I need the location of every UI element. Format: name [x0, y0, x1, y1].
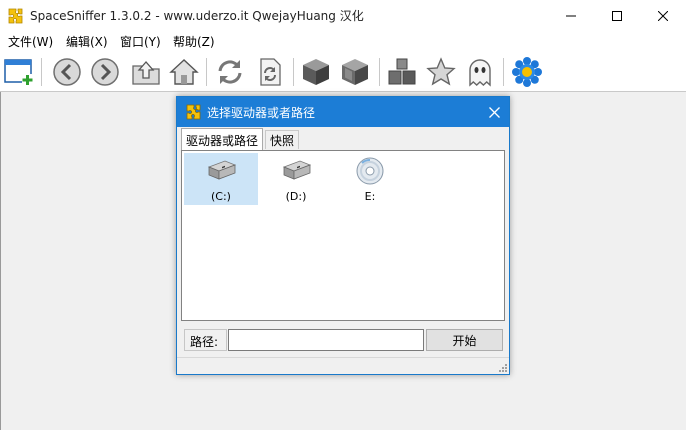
blocks-button[interactable] — [385, 55, 419, 89]
drive-e[interactable]: E: — [333, 153, 407, 205]
ghost-icon — [469, 59, 491, 87]
close-button[interactable] — [640, 0, 686, 31]
refresh-page-icon — [260, 58, 281, 86]
drive-list: (C:) (D:) E: — [181, 150, 505, 321]
drive-label: (D:) — [285, 190, 307, 203]
dialog-statusbar — [177, 357, 509, 374]
tab-drives-or-path[interactable]: 驱动器或路径 — [181, 128, 264, 150]
forward-icon — [91, 58, 119, 86]
maximize-icon — [612, 10, 622, 21]
cube-faceted-icon — [342, 59, 368, 85]
minimize-button[interactable] — [548, 0, 594, 31]
menu-bar: 文件(W) 编辑(X) 窗口(Y) 帮助(Z) — [0, 31, 686, 52]
path-row: 路径: 开始 — [181, 328, 505, 352]
toolbar — [0, 52, 686, 92]
cube-icon — [303, 59, 329, 85]
drive-d[interactable]: (D:) — [259, 153, 333, 205]
menu-file[interactable]: 文件(W) — [8, 33, 53, 50]
app-puzzle-icon — [8, 8, 23, 24]
dialog-tabs: 驱动器或路径 快照 — [181, 128, 505, 150]
path-input[interactable] — [228, 329, 424, 351]
drive-label: E: — [364, 190, 376, 203]
dialog-titlebar[interactable]: 选择驱动器或者路径 — [177, 97, 509, 127]
up-folder-button[interactable] — [129, 55, 163, 89]
hard-drive-icon — [282, 160, 312, 180]
dialog-title: 选择驱动器或者路径 — [207, 106, 316, 120]
settings-flower-icon — [512, 57, 542, 87]
cube-button[interactable] — [299, 55, 333, 89]
up-folder-icon — [132, 61, 160, 85]
minimize-icon — [566, 15, 576, 16]
window-title: SpaceSniffer 1.3.0.2 - www.uderzo.it Qwe… — [30, 9, 364, 23]
home-button[interactable] — [167, 55, 201, 89]
refresh-icon — [218, 60, 242, 84]
window-titlebar[interactable]: SpaceSniffer 1.3.0.2 - www.uderzo.it Qwe… — [0, 0, 686, 31]
close-icon — [488, 106, 500, 118]
refresh-button[interactable] — [213, 55, 247, 89]
star-icon — [426, 57, 456, 86]
drive-label: (C:) — [211, 190, 231, 203]
cd-drive-icon — [356, 157, 384, 185]
back-icon — [53, 58, 81, 86]
menu-edit[interactable]: 编辑(X) — [66, 33, 108, 50]
settings-button[interactable] — [510, 55, 544, 89]
drive-c[interactable]: (C:) — [184, 153, 258, 205]
resize-grip-icon[interactable] — [497, 362, 507, 372]
dialog-puzzle-icon — [186, 104, 201, 120]
new-window-button[interactable] — [2, 55, 36, 89]
dialog-close-button[interactable] — [479, 97, 509, 127]
hard-drive-icon — [207, 160, 237, 180]
menu-help[interactable]: 帮助(Z) — [173, 33, 215, 50]
path-label: 路径: — [184, 329, 227, 351]
back-button[interactable] — [50, 55, 84, 89]
new-window-icon — [4, 59, 33, 85]
start-button[interactable]: 开始 — [426, 329, 503, 351]
blocks-icon — [388, 58, 416, 85]
forward-button[interactable] — [88, 55, 122, 89]
menu-window[interactable]: 窗口(Y) — [120, 33, 161, 50]
ghost-button[interactable] — [463, 55, 497, 89]
home-icon — [169, 59, 199, 85]
cube-faceted-button[interactable] — [338, 55, 372, 89]
maximize-button[interactable] — [594, 0, 640, 31]
close-icon — [658, 10, 668, 21]
tab-snapshot[interactable]: 快照 — [265, 130, 300, 149]
select-drive-dialog: 选择驱动器或者路径 驱动器或路径 快照 (C:) (D:) E: 路径: 开始 — [176, 96, 510, 375]
refresh-page-button[interactable] — [253, 55, 287, 89]
favorites-button[interactable] — [424, 55, 458, 89]
